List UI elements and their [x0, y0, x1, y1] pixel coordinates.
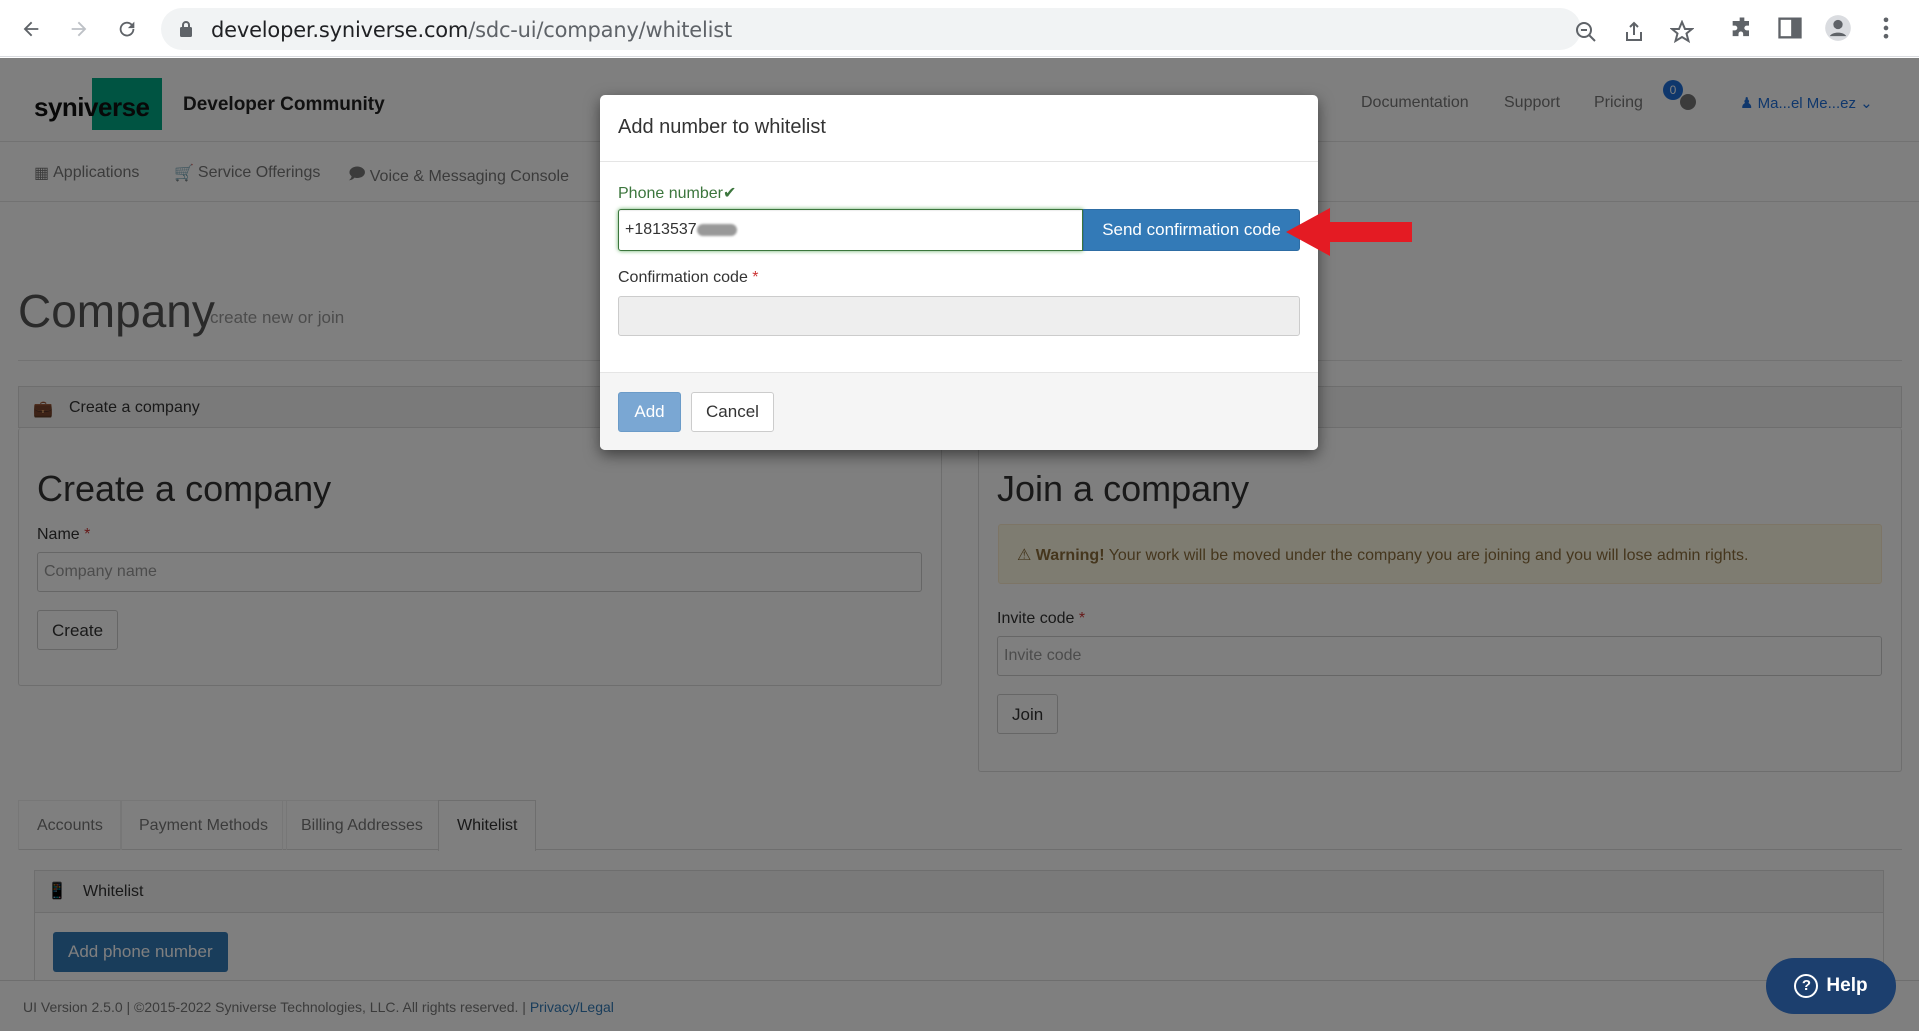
modal-title: Add number to whitelist: [618, 116, 826, 138]
star-icon[interactable]: [1670, 20, 1694, 44]
phone-number-input[interactable]: +1813537: [618, 209, 1083, 251]
browser-toolbar: developer.syniverse.com/sdc-ui/company/w…: [0, 0, 1919, 57]
confirmation-code-label: Confirmation code *: [618, 269, 759, 286]
reload-icon[interactable]: [112, 14, 142, 44]
more-icon[interactable]: [1872, 14, 1900, 42]
check-icon: ✔: [722, 185, 737, 202]
phone-label: Phone number✔: [618, 185, 737, 202]
send-confirmation-code-button[interactable]: Send confirmation code: [1083, 209, 1300, 251]
address-bar[interactable]: developer.syniverse.com/sdc-ui/company/w…: [161, 8, 1694, 50]
help-button[interactable]: ? Help: [1766, 958, 1896, 1014]
url-text: developer.syniverse.com/sdc-ui/company/w…: [211, 18, 733, 42]
profile-icon[interactable]: [1824, 14, 1852, 42]
confirmation-code-input[interactable]: [618, 296, 1300, 336]
back-icon[interactable]: [16, 14, 46, 44]
modal-header: Add number to whitelist: [600, 95, 1318, 162]
extensions-icon[interactable]: [1728, 14, 1756, 42]
cancel-button[interactable]: Cancel: [691, 392, 774, 432]
share-icon[interactable]: [1622, 20, 1646, 44]
lock-icon: [180, 21, 192, 37]
add-button[interactable]: Add: [618, 392, 681, 432]
zoom-icon[interactable]: [1574, 20, 1598, 44]
question-icon: ?: [1794, 974, 1819, 998]
whitelist-modal: Add number to whitelist Phone number✔ +1…: [600, 95, 1318, 450]
redacted-digits: [696, 223, 737, 236]
annotation-arrow-icon: [1286, 208, 1412, 256]
forward-icon[interactable]: [64, 14, 94, 44]
side-panel-icon[interactable]: [1776, 14, 1804, 42]
